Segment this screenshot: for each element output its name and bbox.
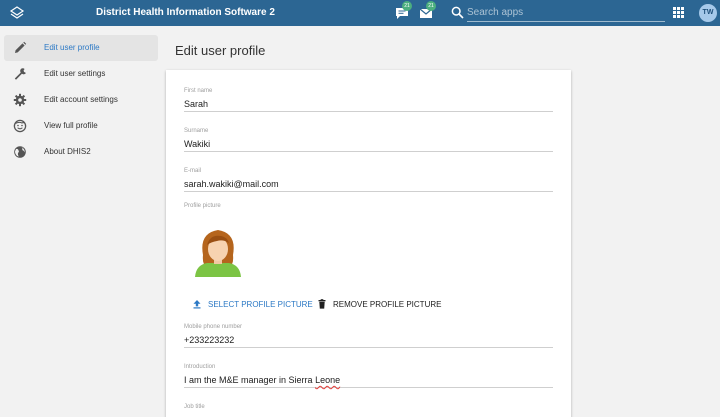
search-icon bbox=[451, 6, 464, 19]
trash-icon bbox=[318, 299, 326, 309]
surname-input[interactable] bbox=[184, 137, 553, 152]
introduction-input[interactable]: I am the M&E manager in Sierra Leone bbox=[184, 373, 553, 388]
search-apps-input[interactable] bbox=[467, 4, 665, 22]
top-bar: District Health Information Software 2 2… bbox=[0, 0, 720, 26]
messages-button[interactable]: 21 bbox=[418, 1, 436, 21]
select-profile-picture-label: SELECT PROFILE PICTURE bbox=[208, 299, 313, 309]
gear-icon bbox=[13, 93, 27, 107]
page-title: Edit user profile bbox=[175, 43, 266, 58]
sidebar-item-about-dhis2[interactable]: About DHIS2 bbox=[4, 139, 158, 165]
sidebar-item-view-full-profile[interactable]: View full profile bbox=[4, 113, 158, 139]
app-title: District Health Information Software 2 bbox=[96, 7, 275, 18]
upload-icon bbox=[193, 300, 201, 309]
introduction-field: Introduction I am the M&E manager in Sie… bbox=[184, 364, 553, 388]
introduction-spellcheck-word: Leone bbox=[315, 375, 341, 385]
job-title-label: Job title bbox=[184, 404, 205, 410]
remove-profile-picture-button[interactable]: REMOVE PROFILE PICTURE bbox=[317, 296, 441, 312]
sidebar-item-edit-user-profile[interactable]: Edit user profile bbox=[4, 35, 158, 61]
email-field: E-mail bbox=[184, 168, 553, 192]
profile-picture-image bbox=[195, 230, 241, 277]
first-name-field: First name bbox=[184, 88, 553, 112]
sidebar-item-edit-user-settings[interactable]: Edit user settings bbox=[4, 61, 158, 87]
first-name-label: First name bbox=[184, 88, 213, 94]
interpretations-button[interactable]: 21 bbox=[394, 1, 412, 21]
job-title-field: Job title bbox=[184, 404, 553, 413]
email-label: E-mail bbox=[184, 168, 202, 174]
profile-picture-label: Profile picture bbox=[184, 203, 221, 209]
sidebar-item-edit-account-settings[interactable]: Edit account settings bbox=[4, 87, 158, 113]
introduction-value: I am the M&E manager in Sierra bbox=[184, 375, 316, 385]
email-input[interactable] bbox=[184, 177, 553, 192]
sidebar-item-label: Edit account settings bbox=[44, 95, 118, 104]
surname-field: Surname bbox=[184, 128, 553, 152]
interpretations-badge: 21 bbox=[402, 1, 412, 11]
apps-grid-icon[interactable] bbox=[673, 7, 684, 18]
mobile-phone-input[interactable] bbox=[184, 333, 553, 348]
wrench-icon bbox=[14, 68, 26, 80]
mobile-phone-label: Mobile phone number bbox=[184, 324, 243, 330]
pencil-icon bbox=[15, 41, 27, 53]
sidebar-item-label: View full profile bbox=[44, 121, 98, 130]
surname-label: Surname bbox=[184, 128, 209, 134]
user-avatar[interactable]: TW bbox=[699, 4, 717, 22]
mobile-phone-field: Mobile phone number bbox=[184, 324, 553, 348]
sidebar-item-label: About DHIS2 bbox=[44, 147, 91, 156]
sidebar-item-label: Edit user profile bbox=[44, 43, 100, 52]
sidebar: Edit user profile Edit user settings Edi… bbox=[0, 26, 160, 417]
globe-icon bbox=[14, 146, 26, 158]
face-icon bbox=[13, 119, 27, 133]
dhis2-logo-icon[interactable] bbox=[9, 5, 25, 21]
first-name-input[interactable] bbox=[184, 97, 553, 112]
messages-badge: 21 bbox=[426, 1, 436, 11]
remove-profile-picture-label: REMOVE PROFILE PICTURE bbox=[333, 299, 442, 309]
sidebar-item-label: Edit user settings bbox=[44, 69, 106, 78]
select-profile-picture-button[interactable]: SELECT PROFILE PICTURE bbox=[192, 296, 313, 312]
introduction-label: Introduction bbox=[184, 364, 216, 370]
